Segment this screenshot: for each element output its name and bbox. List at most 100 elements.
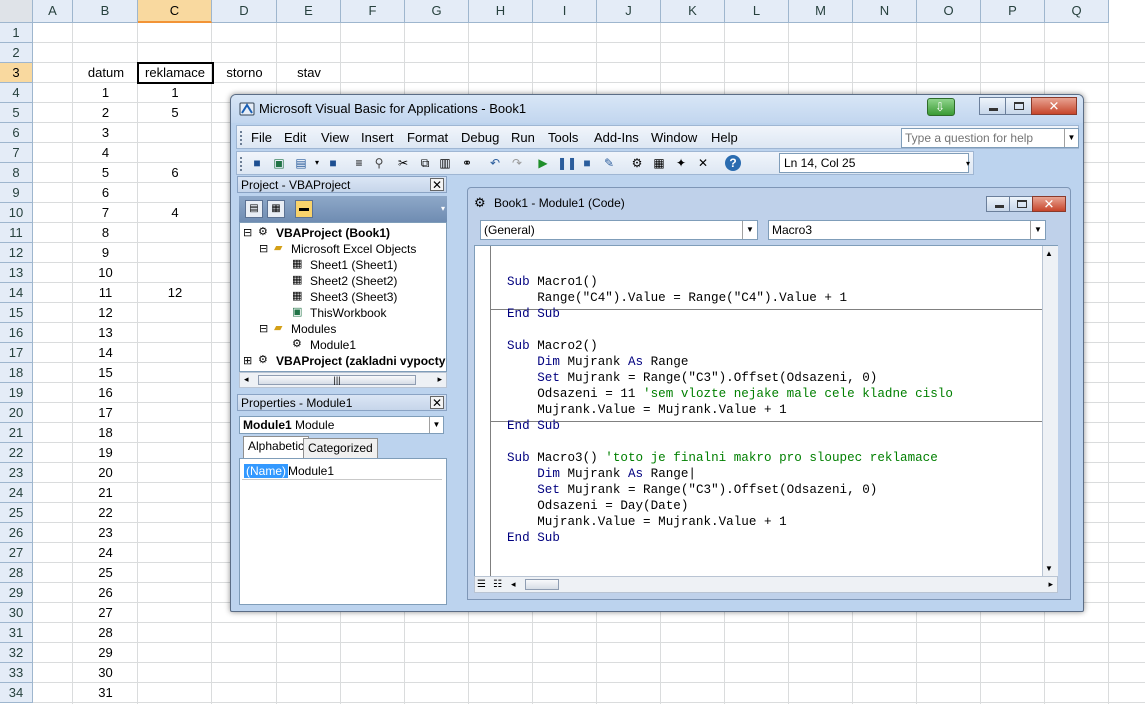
row-header-18[interactable]: 18: [0, 363, 33, 383]
properties-window-icon[interactable]: ▦: [651, 155, 667, 171]
cell-datum[interactable]: 3: [73, 123, 138, 143]
chevron-down-icon[interactable]: ▾: [309, 155, 325, 171]
collapse-icon[interactable]: ⊟: [243, 226, 252, 239]
cell-reklamace[interactable]: 6: [138, 163, 212, 183]
maximize-button[interactable]: [1005, 97, 1032, 115]
menu-insert[interactable]: Insert: [361, 130, 394, 145]
menu-help[interactable]: Help: [711, 130, 738, 145]
save-icon[interactable]: ■: [249, 155, 265, 171]
cell-datum[interactable]: 23: [73, 523, 138, 543]
menu-window[interactable]: Window: [651, 130, 697, 145]
cell-datum[interactable]: 9: [73, 243, 138, 263]
row-header-15[interactable]: 15: [0, 303, 33, 323]
row-header-3[interactable]: 3: [0, 63, 33, 83]
row-header-5[interactable]: 5: [0, 103, 33, 123]
help-dropdown-icon[interactable]: ▼: [1064, 129, 1078, 147]
column-header-g[interactable]: G: [405, 0, 469, 23]
row-header-33[interactable]: 33: [0, 663, 33, 683]
code-text[interactable]: Sub Macro1() Range("C4").Value = Range("…: [507, 258, 953, 546]
cell-datum[interactable]: 4: [73, 143, 138, 163]
chevron-down-icon[interactable]: ▼: [1030, 221, 1045, 239]
tree-sheet2[interactable]: Sheet2 (Sheet2): [310, 274, 397, 288]
tree-thisworkbook[interactable]: ThisWorkbook: [310, 306, 386, 320]
cell-datum[interactable]: 17: [73, 403, 138, 423]
save-project-icon[interactable]: ■: [325, 155, 341, 171]
code-minimize-button[interactable]: [986, 196, 1010, 212]
cell-e3-header[interactable]: stav: [277, 63, 341, 83]
code-gutter[interactable]: [475, 246, 491, 576]
toolbox-icon[interactable]: ✕: [695, 155, 711, 171]
properties-object-select[interactable]: Module1 Module ▼: [239, 416, 444, 434]
tree-module1[interactable]: Module1: [310, 338, 356, 352]
cell-reklamace[interactable]: 1: [138, 83, 212, 103]
menu-format[interactable]: Format: [407, 130, 448, 145]
row-header-29[interactable]: 29: [0, 583, 33, 603]
scissors-icon[interactable]: ✂: [395, 155, 411, 171]
close-properties-panel-icon[interactable]: ✕: [430, 396, 444, 409]
cell-datum[interactable]: 29: [73, 643, 138, 663]
row-header-16[interactable]: 16: [0, 323, 33, 343]
paste-icon[interactable]: ▥: [437, 155, 453, 171]
cell-reklamace[interactable]: 4: [138, 203, 212, 223]
find-replace-icon[interactable]: ⚲: [371, 155, 387, 171]
reset-icon[interactable]: ■: [579, 155, 595, 171]
row-header-8[interactable]: 8: [0, 163, 33, 183]
cell-datum[interactable]: 10: [73, 263, 138, 283]
excel-view-icon[interactable]: ▣: [271, 155, 287, 171]
cell-datum[interactable]: 30: [73, 663, 138, 683]
binoculars-icon[interactable]: ⚭: [459, 155, 475, 171]
row-header-9[interactable]: 9: [0, 183, 33, 203]
cell-datum[interactable]: 26: [73, 583, 138, 603]
scroll-left-icon[interactable]: ◂: [244, 374, 249, 385]
scroll-right-icon[interactable]: ▸: [437, 374, 442, 385]
column-header-b[interactable]: B: [73, 0, 138, 23]
menu-run[interactable]: Run: [511, 130, 535, 145]
close-project-panel-icon[interactable]: ✕: [430, 178, 444, 191]
tab-alphabetic[interactable]: Alphabetic: [243, 436, 310, 458]
tab-categorized[interactable]: Categorized: [303, 438, 378, 458]
cell-datum[interactable]: 11: [73, 283, 138, 303]
row-header-32[interactable]: 32: [0, 643, 33, 663]
tree-sheet3[interactable]: Sheet3 (Sheet3): [310, 290, 397, 304]
cell-datum[interactable]: 5: [73, 163, 138, 183]
object-browser-icon[interactable]: ✦: [673, 155, 689, 171]
cell-datum[interactable]: 28: [73, 623, 138, 643]
menu-debug[interactable]: Debug: [461, 130, 499, 145]
copy-icon[interactable]: ⧉: [417, 155, 433, 171]
cell-reklamace[interactable]: 12: [138, 283, 212, 303]
cell-datum[interactable]: 16: [73, 383, 138, 403]
help-search-box[interactable]: ▼: [901, 128, 1079, 148]
cell-datum[interactable]: 20: [73, 463, 138, 483]
procedure-view-icon[interactable]: ☰: [477, 579, 486, 590]
select-all-corner[interactable]: [0, 0, 33, 23]
tree-sheet1[interactable]: Sheet1 (Sheet1): [310, 258, 397, 272]
row-header-34[interactable]: 34: [0, 683, 33, 703]
column-header-h[interactable]: H: [469, 0, 533, 23]
column-header-d[interactable]: D: [212, 0, 277, 23]
code-horizontal-scrollbar[interactable]: ☰ ☷ ◂ ▸: [474, 576, 1058, 593]
cell-datum[interactable]: 24: [73, 543, 138, 563]
run-icon[interactable]: ▶: [535, 155, 551, 171]
code-vertical-scrollbar[interactable]: ▲ ▼: [1042, 246, 1058, 576]
collapse-icon[interactable]: ⊟: [259, 322, 268, 335]
code-maximize-button[interactable]: [1009, 196, 1033, 212]
row-header-30[interactable]: 30: [0, 603, 33, 623]
column-header-m[interactable]: M: [789, 0, 853, 23]
menu-edit[interactable]: Edit: [284, 130, 306, 145]
undo-icon[interactable]: ↶: [487, 155, 503, 171]
column-header-p[interactable]: P: [981, 0, 1045, 23]
vba-editor-window[interactable]: Microsoft Visual Basic for Applications …: [230, 94, 1084, 612]
row-header-17[interactable]: 17: [0, 343, 33, 363]
column-header-e[interactable]: E: [277, 0, 341, 23]
column-header-j[interactable]: J: [597, 0, 661, 23]
cell-datum[interactable]: 1: [73, 83, 138, 103]
toggle-folders-icon[interactable]: ▬: [295, 200, 313, 218]
object-combo[interactable]: (General) ▼: [480, 220, 758, 240]
row-header-10[interactable]: 10: [0, 203, 33, 223]
break-icon[interactable]: ❚❚: [557, 155, 577, 171]
row-header-20[interactable]: 20: [0, 403, 33, 423]
menu-file[interactable]: File: [251, 130, 272, 145]
cut-icon[interactable]: ≡: [351, 155, 367, 171]
row-header-27[interactable]: 27: [0, 543, 33, 563]
cell-datum[interactable]: 2: [73, 103, 138, 123]
